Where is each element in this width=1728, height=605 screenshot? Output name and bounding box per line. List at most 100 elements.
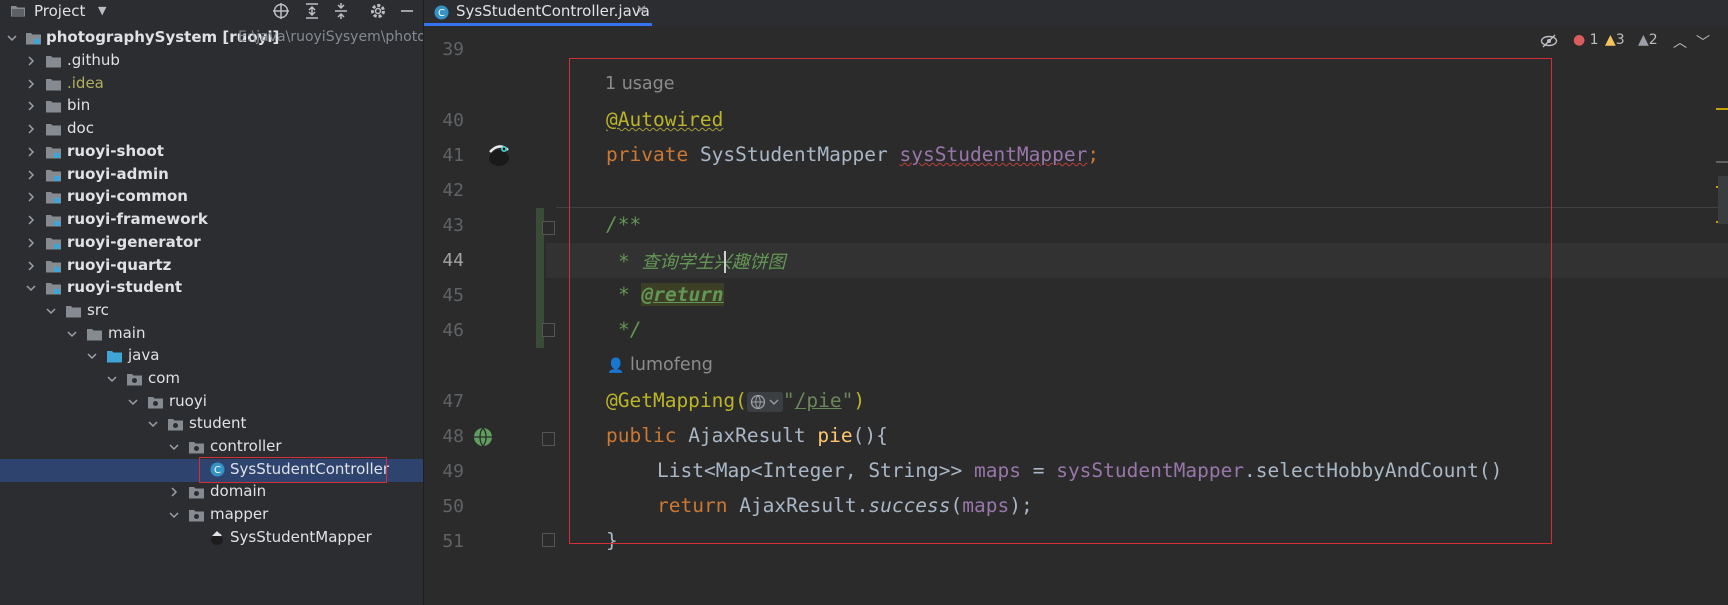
tree-item[interactable]: .github xyxy=(0,50,423,73)
package-icon xyxy=(168,419,183,431)
tree-item[interactable]: ruoyi-common xyxy=(0,186,423,209)
tree-item[interactable]: domain xyxy=(0,481,423,504)
chevron-down-icon[interactable] xyxy=(168,441,180,453)
chevron-right-icon[interactable] xyxy=(25,260,37,272)
module-folder-icon xyxy=(46,261,61,273)
chevron-down-icon[interactable] xyxy=(86,350,98,362)
tree-item[interactable]: mapper xyxy=(0,504,423,527)
tree-item[interactable]: student xyxy=(0,413,423,436)
chevron-down-icon[interactable] xyxy=(147,418,159,430)
chevron-right-icon[interactable] xyxy=(25,237,37,249)
chevron-right-icon[interactable] xyxy=(25,146,37,158)
tree-item-label: doc xyxy=(67,119,94,137)
folder-icon xyxy=(46,56,61,68)
chevron-right-icon[interactable] xyxy=(25,214,37,226)
tree-item[interactable]: ruoyi xyxy=(0,391,423,414)
mybatis-bird-icon[interactable] xyxy=(484,140,514,168)
line-number: 47 xyxy=(442,391,464,412)
tree-item[interactable]: main xyxy=(0,323,423,346)
chevron-down-icon[interactable] xyxy=(25,282,37,294)
weak-warning-count[interactable]: ▲2 xyxy=(1638,32,1658,48)
chevron-right-icon[interactable] xyxy=(168,486,180,498)
tree-item[interactable]: bin xyxy=(0,95,423,118)
collapse-all-icon[interactable] xyxy=(332,2,350,20)
line-number: 45 xyxy=(442,285,464,306)
line-number: 51 xyxy=(442,531,464,552)
tree-root-path: E:\java\ruoyiSysyem\photog xyxy=(238,29,423,45)
module-folder-icon xyxy=(46,215,61,227)
tree-item[interactable]: .idea xyxy=(0,73,423,96)
tree-item-label: SysStudentMapper xyxy=(230,528,372,546)
chevron-right-icon[interactable] xyxy=(25,55,37,67)
chevron-down-icon[interactable] xyxy=(106,373,118,385)
chevron-down-icon[interactable] xyxy=(66,328,78,340)
scroll-marker[interactable] xyxy=(1716,161,1728,163)
tree-item[interactable]: src xyxy=(0,300,423,323)
chevron-up-icon[interactable]: ︿ xyxy=(1673,32,1687,52)
error-count[interactable]: ● 1 xyxy=(1573,32,1599,48)
fold-collapse-icon[interactable] xyxy=(542,432,555,446)
chevron-right-icon[interactable] xyxy=(25,123,37,135)
line-number: 43 xyxy=(442,215,464,236)
line-number: 41 xyxy=(442,145,464,166)
fold-collapse-icon[interactable] xyxy=(542,221,555,235)
chevron-right-icon[interactable] xyxy=(25,78,37,90)
tree-item-label: java xyxy=(128,346,160,364)
tree-item-label: mapper xyxy=(210,505,269,523)
line-number: 48 xyxy=(442,426,464,447)
code-editor[interactable]: 39 40 41 42 43 44 45 46 47 48 49 50 51 1… xyxy=(424,26,1728,605)
chevron-down-icon[interactable] xyxy=(127,396,139,408)
tree-item[interactable]: SysStudentMapper xyxy=(0,527,423,550)
tree-item-label: .idea xyxy=(67,74,104,92)
warning-count-value: 3 xyxy=(1615,32,1625,48)
folder-icon xyxy=(46,124,61,136)
tree-item[interactable]: com xyxy=(0,368,423,391)
minimize-icon[interactable] xyxy=(398,2,416,20)
tree-item[interactable]: controller xyxy=(0,436,423,459)
chevron-right-icon[interactable] xyxy=(25,100,37,112)
tree-item[interactable]: java xyxy=(0,345,423,368)
inspection-widget[interactable]: ● 1 ▲3 ▲2 ︿ ﹀ xyxy=(1540,32,1720,52)
tree-item[interactable]: doc xyxy=(0,118,423,141)
project-toolbar: Project ▼ xyxy=(0,0,423,24)
tree-item[interactable]: ruoyi-generator xyxy=(0,232,423,255)
close-icon[interactable]: ✕ xyxy=(636,3,647,18)
class-icon: C xyxy=(434,5,449,20)
tree-item[interactable]: ruoyi-admin xyxy=(0,164,423,187)
fold-collapse-icon[interactable] xyxy=(542,323,555,337)
warning-count[interactable]: ▲3 xyxy=(1605,32,1625,48)
folder-icon xyxy=(87,329,102,341)
tab-sys-student-controller[interactable]: C SysStudentController.java ✕ xyxy=(424,0,652,26)
tree-item-label: controller xyxy=(210,437,282,455)
scroll-marker[interactable] xyxy=(1716,108,1728,110)
tree-item-label: .github xyxy=(67,51,120,69)
eye-off-icon[interactable] xyxy=(1540,33,1558,49)
tree-item[interactable]: ruoyi-shoot xyxy=(0,141,423,164)
endpoint-globe-icon[interactable] xyxy=(472,426,494,448)
tree-item-label: student xyxy=(189,414,247,432)
scrollbar-thumb[interactable] xyxy=(1718,176,1728,224)
project-view-title[interactable]: Project xyxy=(34,2,85,20)
chevron-right-icon[interactable] xyxy=(25,191,37,203)
chevron-down-icon[interactable] xyxy=(6,32,18,44)
module-folder-icon xyxy=(46,192,61,204)
tree-item[interactable]: ruoyi-quartz xyxy=(0,255,423,278)
fold-collapse-icon[interactable] xyxy=(542,533,555,547)
tree-item-label: ruoyi-admin xyxy=(67,165,169,183)
tree-item[interactable]: ruoyi-student xyxy=(0,277,423,300)
chevron-down-icon[interactable]: ▼ xyxy=(98,4,106,17)
crosshair-icon[interactable] xyxy=(272,2,290,20)
tree-root-row[interactable]: photographySystem [ruoyi] E:\java\ruoyiS… xyxy=(0,27,423,50)
chevron-down-icon[interactable]: ﹀ xyxy=(1696,32,1710,52)
expand-all-icon[interactable] xyxy=(303,2,321,20)
code-highlight-box xyxy=(569,58,1552,544)
chevron-down-icon[interactable] xyxy=(168,509,180,521)
gear-icon[interactable] xyxy=(369,2,387,20)
tree-item-label: ruoyi-shoot xyxy=(67,142,164,160)
project-tool-window: Project ▼ photographySystem [ruoyi] E:\j… xyxy=(0,0,423,605)
weak-warning-count-value: 2 xyxy=(1648,32,1658,48)
tree-item-label: ruoyi xyxy=(169,392,207,410)
chevron-right-icon[interactable] xyxy=(25,169,37,181)
chevron-down-icon[interactable] xyxy=(45,305,57,317)
tree-item[interactable]: ruoyi-framework xyxy=(0,209,423,232)
